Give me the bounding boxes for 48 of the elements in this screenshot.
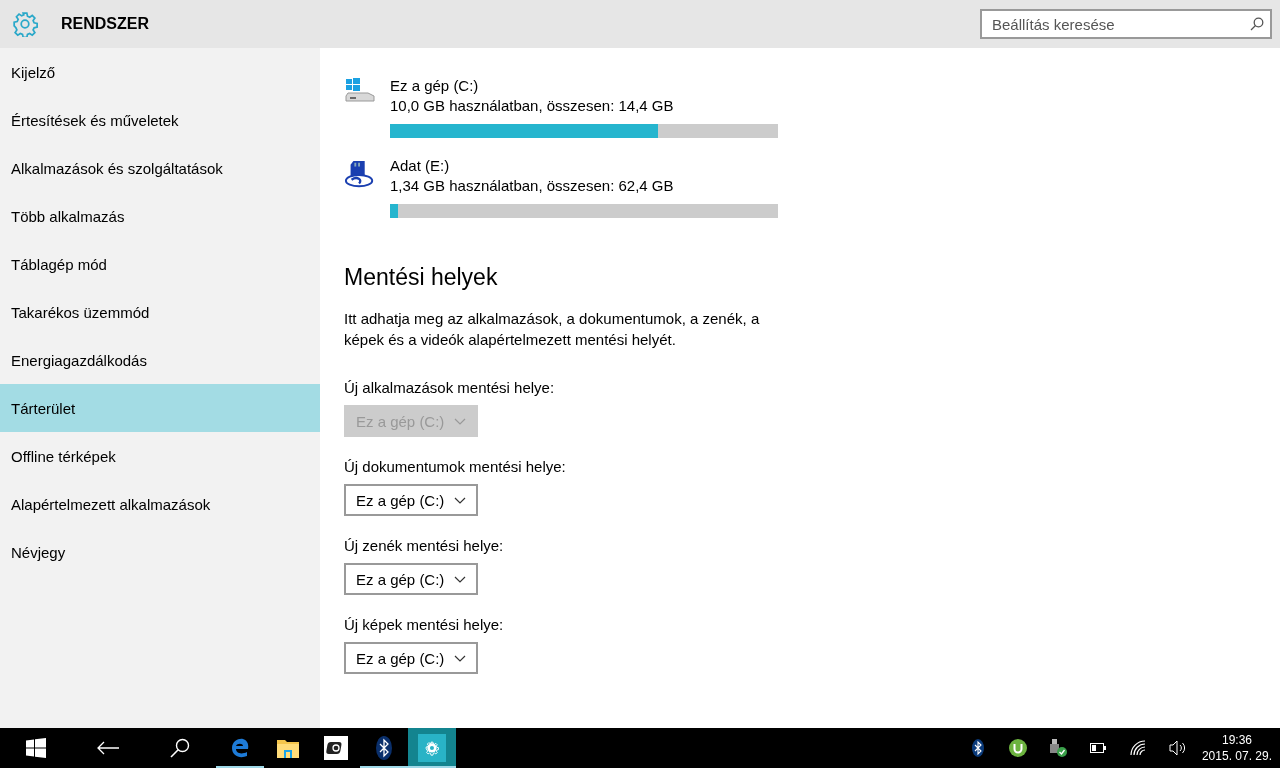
drive-usage: 1,34 GB használatban, összesen: 62,4 GB (390, 176, 675, 196)
sidebar-item[interactable]: Névjegy (0, 528, 320, 576)
battery-icon[interactable] (1089, 743, 1106, 753)
sidebar-item[interactable]: Alapértelmezett alkalmazások (0, 480, 320, 528)
field-label: Új dokumentumok mentési helye: (344, 457, 567, 477)
settings-icon (12, 11, 38, 37)
search-field[interactable]: Beállítás keresése (980, 9, 1272, 39)
location-dropdown[interactable]: Ez a gép (C:) (344, 563, 479, 595)
sidebar-item[interactable]: Értesítések és műveletek (0, 96, 320, 144)
field-label: Új képek mentési helye: (344, 615, 505, 635)
windows-icon[interactable] (26, 738, 46, 758)
description-text: Itt adhatja meg az alkalmazások, a dokumentumok, a zenék, a képek és a videók alapértelmezett mentési helyét. (344, 309, 761, 350)
field-label: Új alkalmazások mentési helye: (344, 378, 556, 398)
sidebar-item[interactable]: Több alkalmazás (0, 192, 320, 240)
sidebar-item[interactable]: Energiagazdálkodás (0, 336, 320, 384)
back-arrow-icon[interactable] (97, 741, 119, 755)
clock-date[interactable]: 2015. 07. 29. (1201, 748, 1272, 764)
sidebar-item[interactable]: Kijelző (0, 48, 320, 96)
torrent-icon[interactable] (1008, 739, 1027, 757)
browser-icon[interactable] (230, 738, 250, 758)
usb-check-icon[interactable] (1048, 739, 1067, 757)
chevron-down-icon (454, 496, 467, 504)
search-icon[interactable] (1250, 17, 1264, 31)
sidebar-item[interactable]: Alkalmazások és szolgáltatások (0, 144, 320, 192)
section-heading: Mentési helyek (344, 263, 499, 292)
location-dropdown[interactable]: Ez a gép (C:) (344, 484, 479, 516)
app-icon[interactable] (324, 736, 348, 760)
field-label: Új zenék mentési helye: (344, 536, 505, 556)
speaker-icon[interactable] (1168, 740, 1187, 756)
search-icon[interactable] (170, 738, 190, 758)
chevron-down-icon (454, 654, 467, 662)
wifi-icon[interactable] (1129, 740, 1146, 756)
chevron-down-icon (454, 575, 467, 583)
drive-usage: 10,0 GB használatban, összesen: 14,4 GB (390, 96, 675, 116)
sidebar-item[interactable]: Táblagép mód (0, 240, 320, 288)
bluetooth-icon[interactable] (971, 739, 984, 757)
sidebar-item[interactable]: Offline térképek (0, 432, 320, 480)
drive-icon (344, 78, 376, 102)
drive-name[interactable]: Adat (E:) (390, 156, 778, 176)
location-dropdown[interactable]: Ez a gép (C:) (344, 642, 479, 674)
folder-icon[interactable] (277, 738, 299, 758)
clock-time[interactable]: 19:36 (1201, 732, 1272, 748)
window-title: RENDSZER (61, 15, 149, 33)
bluetooth-icon[interactable] (376, 736, 392, 760)
chevron-down-icon (454, 417, 467, 425)
drive-name[interactable]: Ez a gép (C:) (390, 76, 778, 96)
sidebar-item[interactable]: Tárterület (0, 384, 320, 432)
sidebar-item[interactable]: Takarékos üzemmód (0, 288, 320, 336)
